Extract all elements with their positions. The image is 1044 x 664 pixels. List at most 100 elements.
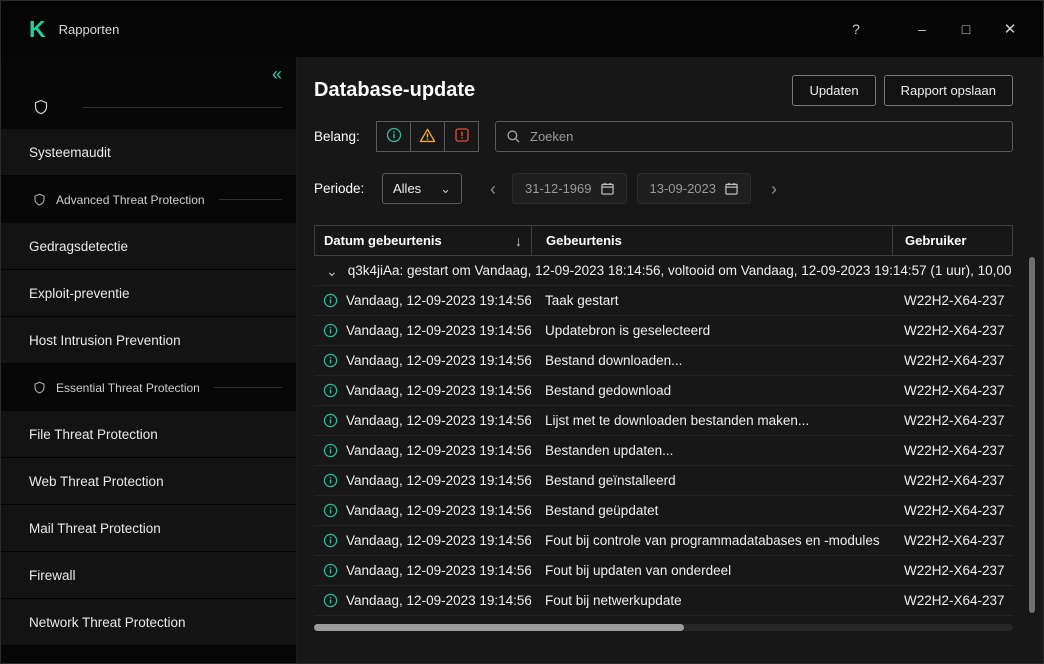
maximize-button[interactable]: □: [951, 14, 981, 44]
event-user: W22H2-X64-237: [892, 563, 1013, 578]
search-box: [495, 121, 1013, 152]
event-date-cell: Vandaag, 12-09-2023 19:14:56: [314, 383, 531, 398]
table-row[interactable]: Vandaag, 12-09-2023 19:14:56Bestand gedo…: [314, 376, 1013, 406]
sidebar-item-web-threat-protection[interactable]: Web Threat Protection: [1, 458, 296, 505]
header-actions: Updaten Rapport opslaan: [792, 75, 1013, 106]
event-date: Vandaag, 12-09-2023 19:14:56: [346, 353, 531, 368]
task-group-row[interactable]: ⌄ q3k4jiAa: gestart om Vandaag, 12-09-20…: [314, 256, 1013, 286]
sidebar-collapse-button[interactable]: «: [272, 63, 282, 85]
sidebar-item-network-threat-protection[interactable]: Network Threat Protection: [1, 599, 296, 646]
search-icon: [506, 129, 521, 144]
sidebar-item-file-threat-protection[interactable]: File Threat Protection: [1, 411, 296, 458]
event-date-cell: Vandaag, 12-09-2023 19:14:56: [314, 413, 531, 428]
table-row[interactable]: Vandaag, 12-09-2023 19:14:56Fout bij net…: [314, 586, 1013, 616]
info-icon: [323, 533, 338, 548]
info-icon: [323, 563, 338, 578]
event-text: Fout bij controle van programmadatabases…: [531, 533, 892, 548]
event-date: Vandaag, 12-09-2023 19:14:56: [346, 503, 531, 518]
section-divider: [214, 387, 282, 388]
event-user: W22H2-X64-237: [892, 353, 1013, 368]
info-icon: [386, 127, 402, 146]
info-icon: [323, 593, 338, 608]
sidebar-item-label: Exploit-preventie: [29, 286, 130, 301]
event-user: W22H2-X64-237: [892, 533, 1013, 548]
event-date-cell: Vandaag, 12-09-2023 19:14:56: [314, 353, 531, 368]
horizontal-scrollbar-thumb[interactable]: [314, 624, 684, 631]
sidebar-item-host-intrusion-prevention[interactable]: Host Intrusion Prevention: [1, 317, 296, 364]
event-date-cell: Vandaag, 12-09-2023 19:14:56: [314, 563, 531, 578]
importance-filter-row: Belang:: [314, 121, 1013, 152]
info-icon: [323, 383, 338, 398]
sidebar-item-label: Host Intrusion Prevention: [29, 333, 181, 348]
table-row[interactable]: Vandaag, 12-09-2023 19:14:56Lijst met te…: [314, 406, 1013, 436]
table-row[interactable]: Vandaag, 12-09-2023 19:14:56Bestand geïn…: [314, 466, 1013, 496]
kaspersky-logo-icon: K: [29, 18, 46, 41]
sidebar-collapse-row: «: [1, 57, 296, 85]
event-text: Bestand geïnstalleerd: [531, 473, 892, 488]
severity-critical-button[interactable]: [444, 121, 479, 152]
table-row[interactable]: Vandaag, 12-09-2023 19:14:56Taak gestart…: [314, 286, 1013, 316]
minimize-button[interactable]: –: [907, 14, 937, 44]
sidebar-list: SysteemauditAdvanced Threat ProtectionGe…: [1, 129, 296, 646]
section-divider: [83, 107, 282, 108]
period-next-button[interactable]: ›: [765, 180, 783, 198]
page-title: Database-update: [314, 79, 475, 102]
event-text: Updatebron is geselecteerd: [531, 323, 892, 338]
info-icon: [323, 473, 338, 488]
sidebar-item-mail-threat-protection[interactable]: Mail Threat Protection: [1, 505, 296, 552]
period-prev-button[interactable]: ‹: [484, 180, 502, 198]
search-input[interactable]: [530, 129, 1002, 144]
period-label: Periode:: [314, 181, 382, 196]
table-row[interactable]: Vandaag, 12-09-2023 19:14:56Fout bij con…: [314, 526, 1013, 556]
events-table: Datum gebeurtenis ↓ Gebeurtenis Gebruike…: [314, 225, 1013, 631]
event-text: Bestand geüpdatet: [531, 503, 892, 518]
severity-info-button[interactable]: [376, 121, 411, 152]
sidebar-item-systeemaudit[interactable]: Systeemaudit: [1, 129, 296, 176]
table-row[interactable]: Vandaag, 12-09-2023 19:14:56Bestanden up…: [314, 436, 1013, 466]
event-date-cell: Vandaag, 12-09-2023 19:14:56: [314, 473, 531, 488]
sidebar-section-essential-threat-protection: Essential Threat Protection: [1, 364, 296, 411]
sidebar: « SysteemauditAdvanced Threat Protection…: [1, 57, 297, 664]
info-icon: [323, 323, 338, 338]
column-header-date[interactable]: Datum gebeurtenis ↓: [315, 226, 532, 255]
event-table-body: Vandaag, 12-09-2023 19:14:56Taak gestart…: [314, 286, 1013, 616]
event-date-cell: Vandaag, 12-09-2023 19:14:56: [314, 533, 531, 548]
sidebar-item-firewall[interactable]: Firewall: [1, 552, 296, 599]
sidebar-item-exploit-preventie[interactable]: Exploit-preventie: [1, 270, 296, 317]
date-to-value: 13-09-2023: [650, 181, 717, 196]
column-header-user[interactable]: Gebruiker: [893, 226, 1012, 255]
event-date: Vandaag, 12-09-2023 19:14:56: [346, 323, 531, 338]
event-date: Vandaag, 12-09-2023 19:14:56: [346, 563, 531, 578]
warning-icon: [419, 127, 436, 147]
event-date: Vandaag, 12-09-2023 19:14:56: [346, 533, 531, 548]
severity-warning-button[interactable]: [410, 121, 445, 152]
column-label: Datum gebeurtenis: [324, 233, 442, 248]
help-button[interactable]: ?: [841, 14, 871, 44]
column-header-event[interactable]: Gebeurtenis: [532, 226, 893, 255]
shield-icon: [33, 193, 46, 206]
sidebar-item-gedragsdetectie[interactable]: Gedragsdetectie: [1, 223, 296, 270]
info-icon: [323, 353, 338, 368]
date-from-button[interactable]: 31-12-1969: [512, 173, 627, 204]
section-divider: [219, 199, 282, 200]
date-to-button[interactable]: 13-09-2023: [637, 173, 752, 204]
sidebar-section-label: Essential Threat Protection: [56, 381, 200, 395]
vertical-scrollbar[interactable]: [1029, 257, 1035, 613]
chevron-down-icon: ⌄: [326, 266, 338, 276]
horizontal-scrollbar[interactable]: [314, 624, 1013, 631]
event-user: W22H2-X64-237: [892, 293, 1013, 308]
table-header: Datum gebeurtenis ↓ Gebeurtenis Gebruike…: [314, 225, 1013, 256]
window-title: Rapporten: [59, 22, 120, 37]
update-button[interactable]: Updaten: [792, 75, 875, 106]
table-row[interactable]: Vandaag, 12-09-2023 19:14:56Fout bij upd…: [314, 556, 1013, 586]
table-row[interactable]: Vandaag, 12-09-2023 19:14:56Bestand down…: [314, 346, 1013, 376]
table-row[interactable]: Vandaag, 12-09-2023 19:14:56Bestand geüp…: [314, 496, 1013, 526]
event-text: Lijst met te downloaden bestanden maken.…: [531, 413, 892, 428]
critical-icon: [454, 127, 470, 146]
sort-desc-icon: ↓: [515, 233, 522, 249]
table-row[interactable]: Vandaag, 12-09-2023 19:14:56Updatebron i…: [314, 316, 1013, 346]
close-button[interactable]: ✕: [995, 14, 1025, 44]
event-text: Bestand gedownload: [531, 383, 892, 398]
save-report-button[interactable]: Rapport opslaan: [884, 75, 1013, 106]
period-select[interactable]: Alles ⌄: [382, 173, 462, 204]
